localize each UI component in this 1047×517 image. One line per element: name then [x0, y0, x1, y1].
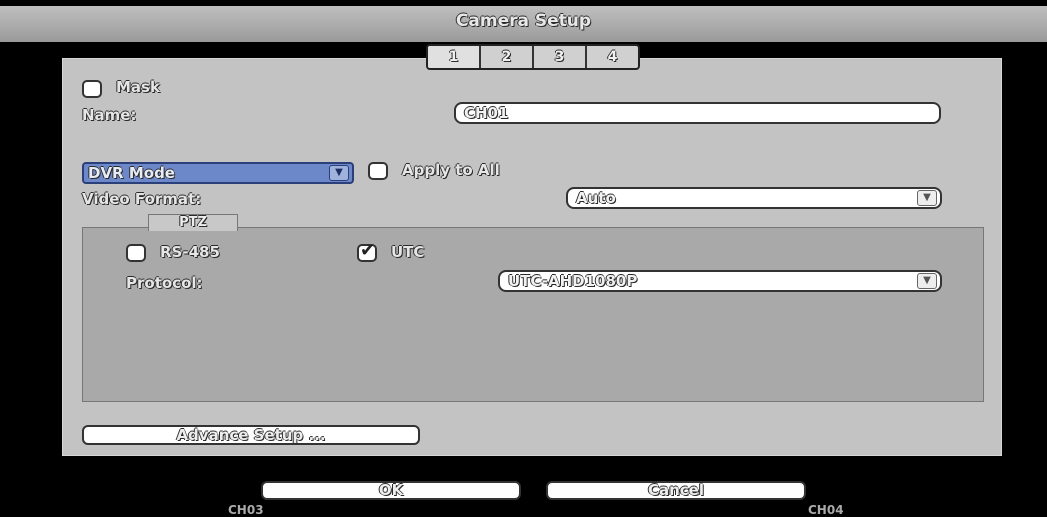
- protocol-dropdown[interactable]: UTC-AHD1080P ▼: [498, 270, 942, 292]
- protocol-value: UTC-AHD1080P: [508, 272, 638, 290]
- chevron-down-icon: ▼: [329, 165, 349, 181]
- advance-setup-button[interactable]: Advance Setup ...: [82, 425, 420, 445]
- utc-checkbox[interactable]: ✔: [357, 240, 377, 262]
- tab-2[interactable]: 2: [481, 46, 534, 68]
- utc-label: UTC: [391, 243, 425, 261]
- mask-checkbox[interactable]: [82, 80, 102, 98]
- chevron-down-icon: ▼: [917, 190, 937, 206]
- mode-dropdown-value: DVR Mode: [88, 164, 175, 182]
- name-label: Name:: [82, 106, 137, 124]
- mask-label: Mask: [116, 78, 160, 96]
- video-format-dropdown[interactable]: Auto ▼: [566, 187, 942, 209]
- tab-1[interactable]: 1: [428, 46, 481, 68]
- background-channel-label: CH03: [228, 503, 264, 517]
- video-format-value: Auto: [576, 189, 616, 207]
- mode-dropdown[interactable]: DVR Mode ▼: [82, 162, 354, 184]
- tab-4[interactable]: 4: [587, 46, 638, 68]
- window-title: Camera Setup: [0, 6, 1047, 42]
- video-format-label: Video Format:: [82, 190, 202, 208]
- ok-button[interactable]: OK: [261, 481, 521, 500]
- name-input-value: CH01: [464, 104, 509, 122]
- protocol-label: Protocol:: [126, 274, 203, 292]
- background-channel-label: CH04: [808, 503, 844, 517]
- chevron-down-icon: ▼: [917, 273, 937, 289]
- apply-all-checkbox[interactable]: [368, 162, 388, 180]
- tab-3[interactable]: 3: [534, 46, 587, 68]
- checkmark-icon: ✔: [360, 240, 376, 261]
- channel-tabs: 1 2 3 4: [426, 44, 640, 70]
- ptz-tab[interactable]: PTZ: [148, 214, 238, 231]
- rs485-checkbox[interactable]: [126, 244, 146, 262]
- cancel-button[interactable]: Cancel: [546, 481, 806, 500]
- apply-all-label: Apply to All: [402, 161, 500, 179]
- name-input[interactable]: CH01: [454, 102, 941, 124]
- rs485-label: RS-485: [160, 243, 220, 261]
